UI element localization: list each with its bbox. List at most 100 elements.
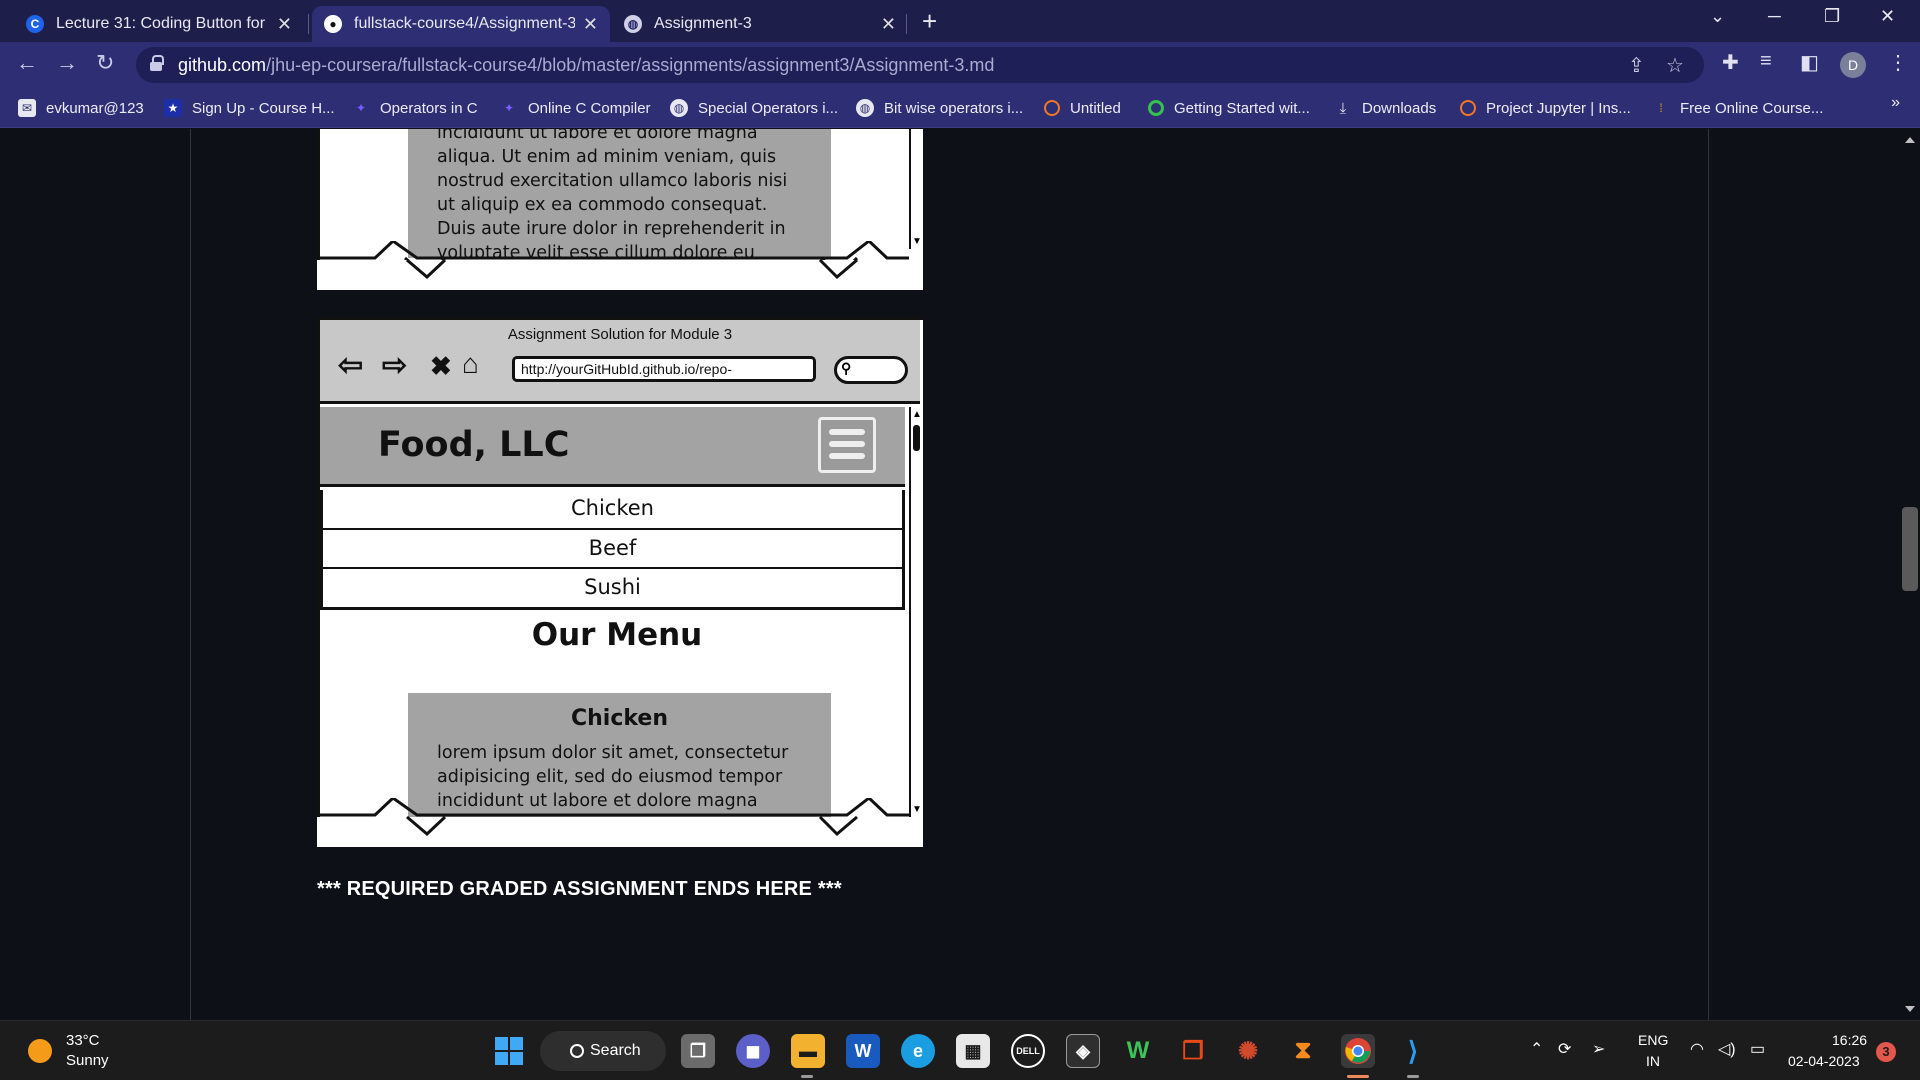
dell-icon[interactable]: DELL <box>1011 1034 1045 1068</box>
file-explorer-icon[interactable]: ▬ <box>791 1034 825 1068</box>
lock-icon[interactable] <box>150 55 164 71</box>
mockup-brand: Food, LLC <box>378 425 570 465</box>
share-icon[interactable]: ⇪ <box>1628 53 1645 78</box>
volume-icon[interactable]: ◁) <box>1718 1039 1736 1059</box>
minimize-icon[interactable]: ─ <box>1768 6 1781 27</box>
search-label: Search <box>590 1042 641 1059</box>
store-icon[interactable]: ▦ <box>956 1034 990 1068</box>
windows-start-icon[interactable] <box>492 1034 526 1068</box>
card-line: incididunt ut labore et dolore magna <box>437 129 758 143</box>
bookmark-item[interactable]: Getting Started wit... <box>1148 96 1310 120</box>
close-tab-icon[interactable]: ✕ <box>583 14 598 35</box>
card-line: Duis aute irure dolor in reprehenderit i… <box>437 219 786 239</box>
app-icon[interactable]: ✺ <box>1231 1034 1265 1068</box>
clock-date[interactable]: 02-04-2023 <box>1788 1053 1860 1069</box>
tab-assignment[interactable]: ◍ Assignment-3 ✕ <box>612 6 908 42</box>
mockup-image-bottom: Assignment Solution for Module 3 ⇦ ⇨ ✖ ⌂… <box>317 317 923 847</box>
running-indicator <box>801 1075 813 1078</box>
close-tab-icon[interactable]: ✕ <box>277 14 292 35</box>
mockup-menu-item: Chicken <box>320 490 905 528</box>
hamburger-bar <box>829 441 865 447</box>
star-icon: ★ <box>164 99 182 117</box>
mockup-scrollbar: ▲ ▼ <box>909 407 923 817</box>
mockup-header: Food, LLC <box>320 407 905 487</box>
mockup-section-title: Our Menu <box>531 617 703 653</box>
card-title: Chicken <box>570 706 668 731</box>
w3-icon[interactable]: W <box>1121 1034 1155 1068</box>
new-tab-icon[interactable]: + <box>922 6 937 37</box>
media-controls-icon[interactable]: ≡ <box>1760 50 1772 73</box>
bookmark-item[interactable]: ⁞ Free Online Course... <box>1652 96 1823 120</box>
bookmarks-overflow-icon[interactable]: » <box>1891 94 1900 112</box>
github-icon: ● <box>324 15 342 33</box>
weather-temp[interactable]: 33°C <box>66 1032 100 1049</box>
extensions-icon[interactable]: ✚ <box>1722 50 1739 75</box>
scroll-down-icon[interactable] <box>1905 1006 1915 1012</box>
bookmark-item[interactable]: ✉ evkumar@123 <box>18 96 144 120</box>
bookmark-star-icon[interactable]: ☆ <box>1666 53 1684 78</box>
weather-condition[interactable]: Sunny <box>66 1052 109 1069</box>
back-icon[interactable]: ← <box>16 50 38 76</box>
tab-github[interactable]: ● fullstack-course4/Assignment-3.m ✕ <box>312 6 610 42</box>
security-app-icon[interactable]: ◈ <box>1066 1034 1100 1068</box>
notification-badge[interactable]: 3 <box>1876 1042 1896 1062</box>
mockup-search-icon: ⚲ <box>841 360 852 376</box>
reload-icon[interactable]: ↻ <box>96 50 114 76</box>
close-tab-icon[interactable]: ✕ <box>881 14 896 35</box>
office-icon[interactable]: ❒ <box>1176 1034 1210 1068</box>
language-code[interactable]: ENG <box>1638 1032 1668 1048</box>
bookmark-item[interactable]: Untitled <box>1044 96 1121 120</box>
profile-avatar[interactable]: D <box>1840 52 1866 78</box>
taskbar-search[interactable]: Search <box>540 1031 666 1071</box>
task-view-icon[interactable]: ❐ <box>681 1034 715 1068</box>
bookmark-item[interactable]: Project Jupyter | Ins... <box>1460 96 1631 120</box>
more-menu-icon[interactable]: ⋮ <box>1888 50 1908 75</box>
language-region[interactable]: IN <box>1646 1053 1660 1069</box>
wifi-icon[interactable]: ◠ <box>1690 1039 1704 1059</box>
address-bar[interactable]: github.com/jhu-ep-coursera/fullstack-cou… <box>136 47 1704 83</box>
page-content: ▼ incididunt ut labore et dolore magna a… <box>0 129 1920 1020</box>
hourglass-icon[interactable]: ⧗ <box>1286 1034 1320 1068</box>
sync-icon[interactable]: ⟳ <box>1558 1039 1571 1059</box>
tab-lecture[interactable]: C Lecture 31: Coding Button for Fu ✕ <box>14 6 304 42</box>
clock-time[interactable]: 16:26 <box>1832 1032 1867 1048</box>
word-icon[interactable]: W <box>846 1034 880 1068</box>
close-window-icon[interactable]: ✕ <box>1880 6 1895 27</box>
scroll-up-arrow-icon: ▲ <box>912 409 922 420</box>
card-line: nostrud exercitation ullamco laboris nis… <box>437 171 788 191</box>
vscode-icon[interactable]: ⟩ <box>1396 1034 1430 1068</box>
restore-icon[interactable]: ❐ <box>1824 6 1840 27</box>
battery-icon[interactable]: ▭ <box>1750 1039 1765 1059</box>
mockup-menu-item: Sushi <box>320 569 905 607</box>
mockup-browser-chrome: Assignment Solution for Module 3 ⇦ ⇨ ✖ ⌂… <box>320 320 920 404</box>
bookmark-label: evkumar@123 <box>46 99 144 117</box>
taskbar: 33°C Sunny Search ❐ ◼ ▬ W e ▦ DELL ◈ W ❒… <box>0 1020 1920 1080</box>
bookmark-item[interactable]: ★ Sign Up - Course H... <box>164 96 335 120</box>
bookmark-item[interactable]: ✦ Operators in C <box>352 96 478 120</box>
address-url[interactable]: github.com/jhu-ep-coursera/fullstack-cou… <box>178 55 994 76</box>
location-icon[interactable]: ➢ <box>1592 1039 1605 1059</box>
jupyter-icon <box>1460 100 1476 116</box>
mockup-text-card: incididunt ut labore et dolore magna ali… <box>408 129 831 258</box>
side-panel-icon[interactable]: ◧ <box>1800 50 1819 75</box>
bookmark-item[interactable]: ✦ Online C Compiler <box>500 96 651 120</box>
tab-search-chevron-icon[interactable]: ⌄ <box>1710 6 1725 27</box>
page-scrollbar[interactable] <box>1900 129 1920 1020</box>
content-border-right <box>1708 129 1709 1020</box>
scroll-thumb[interactable] <box>1902 507 1918 591</box>
jupyter-icon <box>1044 100 1060 116</box>
edge-icon[interactable]: e <box>901 1034 935 1068</box>
download-icon: ⤓ <box>1339 99 1347 117</box>
chrome-icon[interactable] <box>1341 1034 1375 1068</box>
bookmark-label: Untitled <box>1070 99 1121 117</box>
bookmark-item[interactable]: ⤓ Downloads <box>1334 96 1437 120</box>
bookmark-item[interactable]: ◍ Special Operators i... <box>670 96 838 120</box>
show-hidden-icons[interactable]: ⌃ <box>1530 1039 1543 1059</box>
scroll-up-icon[interactable] <box>1905 137 1915 143</box>
teams-chat-icon[interactable]: ◼ <box>736 1034 770 1068</box>
sun-icon[interactable] <box>28 1039 52 1063</box>
sparkle-icon: ✦ <box>355 101 367 115</box>
mockup-url-field: http://yourGitHubId.github.io/repo- <box>512 356 816 382</box>
bookmark-item[interactable]: ◍ Bit wise operators i... <box>856 96 1023 120</box>
forward-icon[interactable]: → <box>56 50 78 76</box>
